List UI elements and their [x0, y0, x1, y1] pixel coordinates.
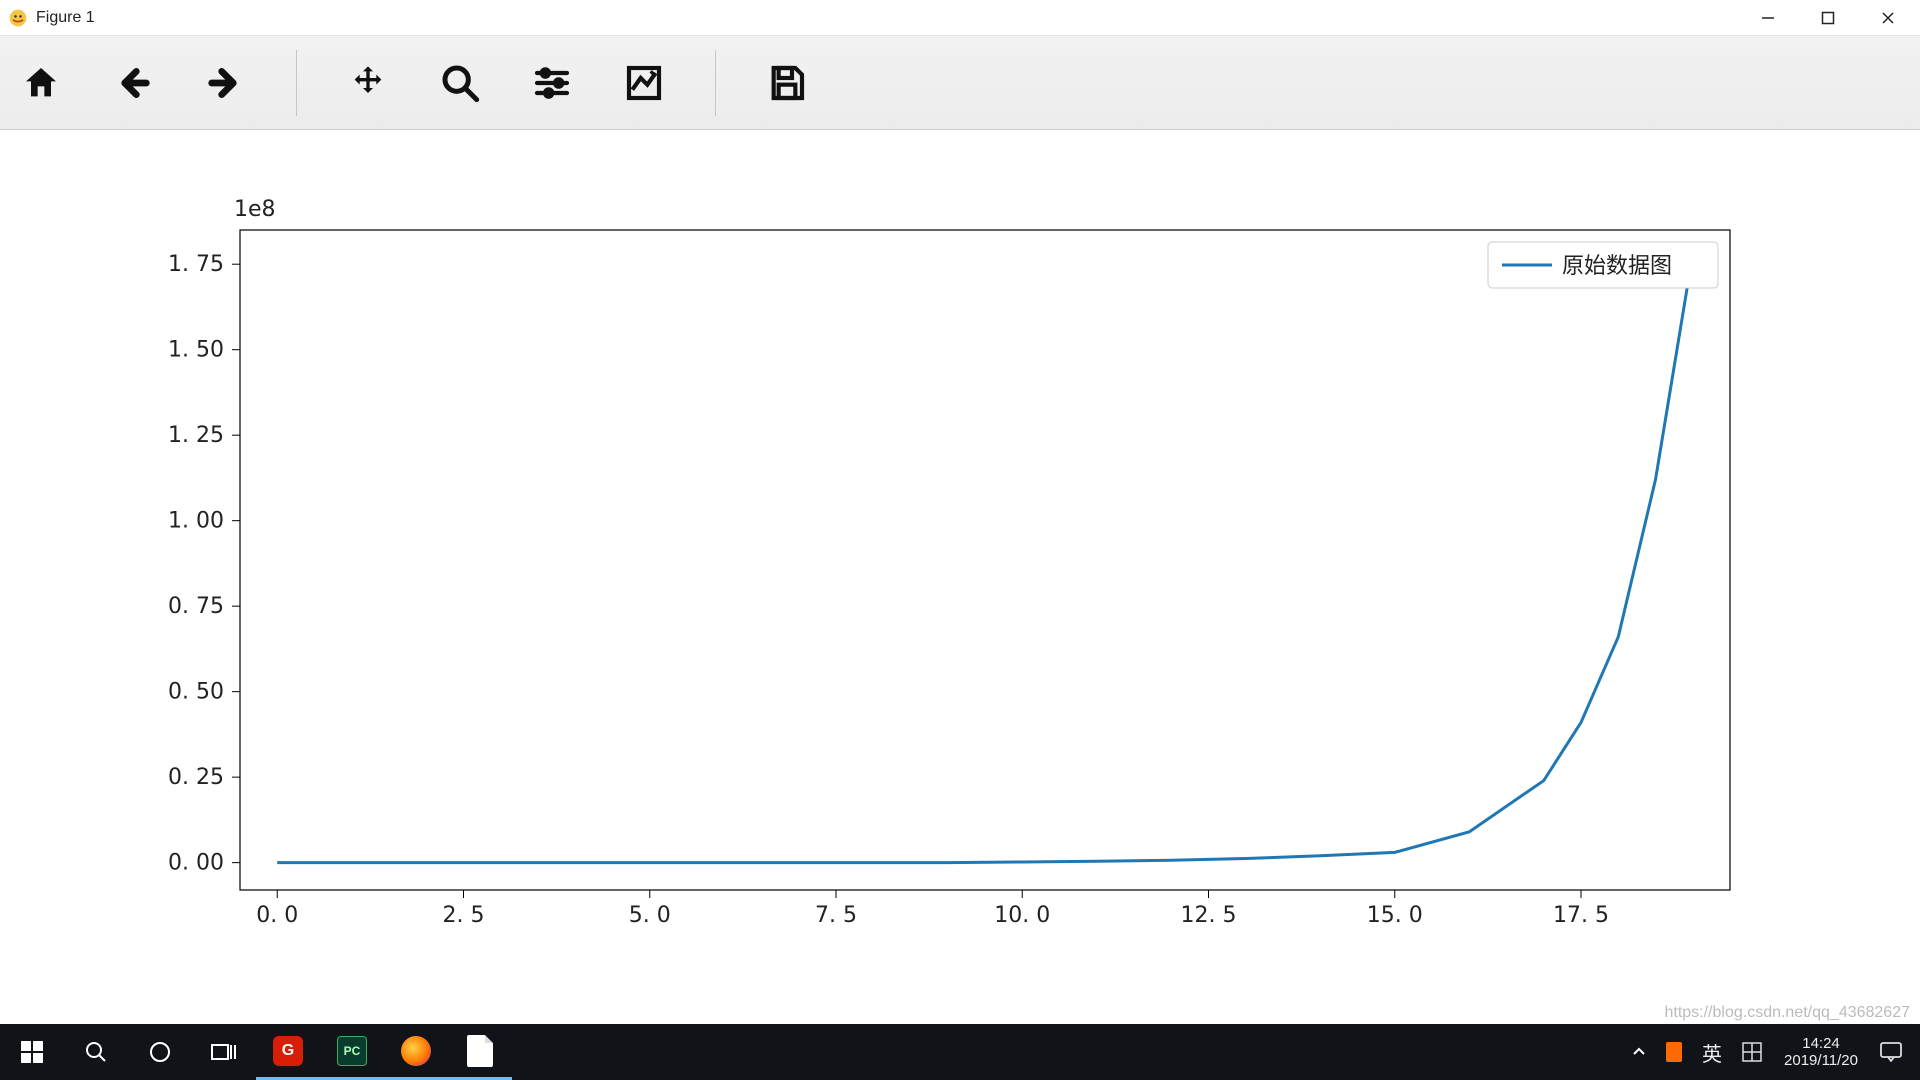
cortana-button[interactable]	[128, 1024, 192, 1080]
y-tick-label: 1. 00	[168, 509, 224, 534]
zoom-button[interactable]	[433, 56, 487, 110]
x-tick-label: 0. 0	[256, 903, 298, 928]
y-tick-label: 1. 75	[168, 252, 224, 277]
y-tick-label: 0. 00	[168, 851, 224, 876]
app-icon	[8, 8, 28, 28]
x-tick-label: 17. 5	[1553, 903, 1609, 928]
y-tick-label: 0. 50	[168, 680, 224, 705]
task-view-button[interactable]	[192, 1024, 256, 1080]
taskbar-app-pycharm[interactable]: PC	[320, 1024, 384, 1080]
y-tick-label: 1. 25	[168, 423, 224, 448]
toolbar-separator	[715, 50, 716, 116]
maximize-button[interactable]	[1798, 0, 1858, 36]
x-tick-label: 15. 0	[1367, 903, 1423, 928]
search-button[interactable]	[64, 1024, 128, 1080]
configure-subplots-button[interactable]	[525, 56, 579, 110]
taskbar-app-netease[interactable]: G	[256, 1024, 320, 1080]
data-line	[277, 254, 1693, 863]
back-button[interactable]	[106, 56, 160, 110]
toolbar-separator	[296, 50, 297, 116]
clock[interactable]: 14:24 2019/11/20	[1772, 1024, 1870, 1080]
tray-icon[interactable]	[1656, 1024, 1692, 1080]
x-tick-label: 7. 5	[815, 903, 857, 928]
matplotlib-toolbar	[0, 36, 1920, 130]
ime-grid-icon[interactable]	[1732, 1024, 1772, 1080]
clock-time: 14:24	[1784, 1035, 1858, 1052]
titlebar: Figure 1	[0, 0, 1920, 36]
pan-button[interactable]	[341, 56, 395, 110]
y-tick-label: 0. 25	[168, 765, 224, 790]
y-tick-label: 0. 75	[168, 594, 224, 619]
y-tick-label: 1. 50	[168, 338, 224, 363]
save-button[interactable]	[760, 56, 814, 110]
forward-button[interactable]	[198, 56, 252, 110]
clock-date: 2019/11/20	[1784, 1052, 1858, 1069]
edit-axis-button[interactable]	[617, 56, 671, 110]
window-title: Figure 1	[36, 9, 95, 27]
home-button[interactable]	[14, 56, 68, 110]
ime-indicator[interactable]: 英	[1692, 1024, 1732, 1080]
axes-frame	[240, 230, 1730, 890]
x-tick-label: 12. 5	[1181, 903, 1237, 928]
tray-overflow-button[interactable]	[1622, 1024, 1656, 1080]
start-button[interactable]	[0, 1024, 64, 1080]
x-tick-label: 10. 0	[994, 903, 1050, 928]
close-button[interactable]	[1858, 0, 1918, 36]
taskbar-app-document[interactable]	[448, 1024, 512, 1080]
y-axis-offset-text: 1e8	[234, 197, 276, 222]
x-tick-label: 5. 0	[629, 903, 671, 928]
action-center-button[interactable]	[1870, 1024, 1912, 1080]
minimize-button[interactable]	[1738, 0, 1798, 36]
windows-taskbar: G PC 英 14:24 2019/11/20	[0, 1024, 1920, 1080]
x-tick-label: 2. 5	[443, 903, 485, 928]
taskbar-app-firefox[interactable]	[384, 1024, 448, 1080]
figure-canvas[interactable]: 0. 00 0. 25 0. 50 0. 75 1. 00 1. 25 1. 50 1. 75…	[0, 130, 1920, 1080]
legend-label: 原始数据图	[1562, 253, 1672, 278]
